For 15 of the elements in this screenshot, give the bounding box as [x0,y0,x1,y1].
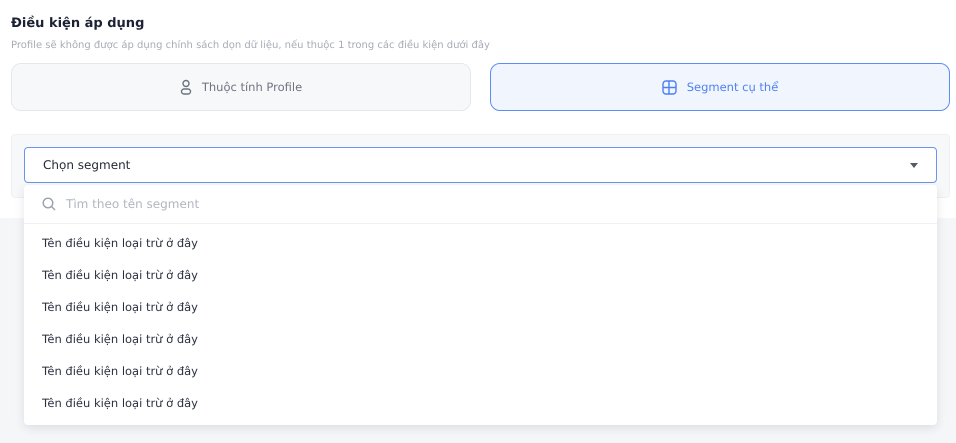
dropdown-option[interactable]: Tên điều kiện loại trừ ở đây [24,227,937,259]
dropdown-option[interactable]: Tên điều kiện loại trừ ở đây [24,323,937,355]
dropdown-option[interactable]: Tên điều kiện loại trừ ở đây [24,291,937,323]
search-field[interactable]: Tìm theo tên segment [66,197,919,211]
dropdown-option[interactable]: Tên điều kiện loại trừ ở đây [24,355,937,387]
person-icon [180,79,192,95]
section-subtitle: Profile sẽ không được áp dụng chính sách dọn dữ liệu, nếu thuộc 1 trong các điều kiện dưới đây [11,40,491,51]
segment-select[interactable]: Chọn segment [24,147,937,183]
grid-icon [662,80,677,94]
dropdown-option[interactable]: Tên điều kiện loại trừ ở đây [24,387,937,419]
tab[interactable]: Thuộc tính Profile [11,63,471,111]
dropdown-option[interactable]: Tên điều kiện loại trừ ở đây [24,259,937,291]
caret-icon [910,162,918,168]
section-title: Điều kiện áp dụng [11,16,146,33]
search-icon [42,197,56,211]
